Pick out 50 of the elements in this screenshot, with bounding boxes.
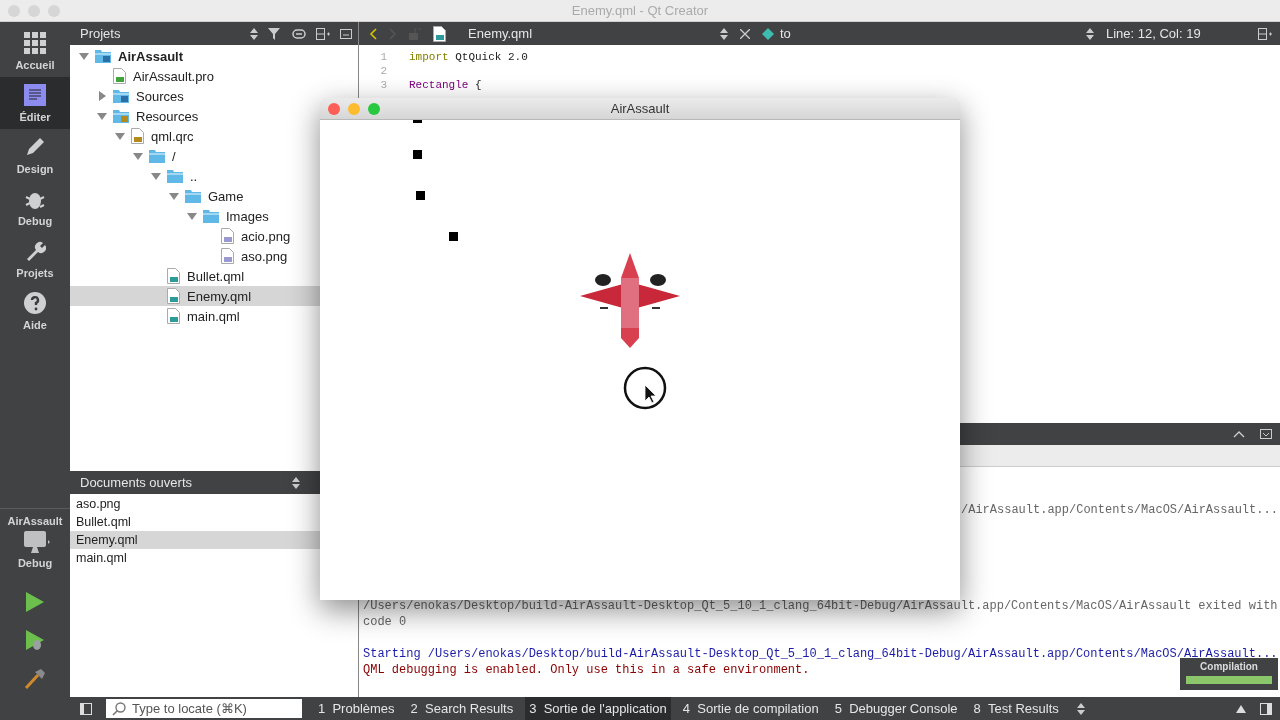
mode-tab[interactable]: Debug <box>0 181 70 233</box>
code-line: import QtQuick 2.0 <box>409 51 528 63</box>
output-line: code 0 <box>363 614 407 630</box>
line-number: 1 <box>379 51 387 63</box>
tree-item[interactable]: AirAssault <box>70 46 188 66</box>
output-tab[interactable]: 8 Test Results <box>969 697 1063 720</box>
line-number: 3 <box>379 79 387 91</box>
file-selector[interactable]: Enemy.qml <box>458 26 708 41</box>
tree-item[interactable]: aso.png <box>70 246 292 266</box>
tree-item[interactable]: Game <box>70 186 248 206</box>
code-line: Rectangle { <box>409 79 482 91</box>
output-line: QML debugging is enabled. Only use this in a safe environment. <box>363 662 810 678</box>
tree-item[interactable]: / <box>70 146 180 166</box>
output-tab[interactable]: 5 Debugger Console <box>830 697 962 720</box>
output-tab[interactable]: 4 Sortie de compilation <box>678 697 823 720</box>
mode-tab[interactable]: Accueil <box>0 25 70 77</box>
mode-tab[interactable]: Design <box>0 129 70 181</box>
tree-item[interactable]: qml.qrc <box>70 126 198 146</box>
tree-item[interactable]: Images <box>70 206 273 226</box>
search-field[interactable]: Type to locate (⌘K) <box>106 699 302 718</box>
symbol-selector[interactable]: to <box>780 26 791 41</box>
tree-item[interactable]: AirAssault.pro <box>70 66 218 86</box>
progress-label: Compilation <box>1200 661 1258 672</box>
document-item[interactable]: Enemy.qml <box>70 531 320 549</box>
output-line: /AirAssault.app/Contents/MacOS/AirAssault... <box>960 502 1278 518</box>
mode-tab[interactable]: Éditer <box>0 77 70 129</box>
document-item[interactable]: main.qml <box>70 549 320 567</box>
tree-item[interactable]: Enemy.qml <box>70 286 320 306</box>
kit-label: AirAssault <box>7 515 63 527</box>
panel-title: Documents ouverts <box>80 475 192 490</box>
build-config-label: Debug <box>17 557 53 569</box>
window-title: Enemy.qml - Qt Creator <box>571 3 709 18</box>
mode-tab[interactable]: Projets <box>0 233 70 285</box>
tree-item[interactable]: Sources <box>70 86 188 106</box>
tree-item[interactable]: acio.png <box>70 226 295 246</box>
output-line: Starting /Users/enokas/Desktop/build-AirAssault-Desktop_Qt_5_10_1_clang_64bit-Debug/AirAssault.app/Contents/MacOS/AirAssault... <box>363 646 1278 662</box>
mode-tab[interactable]: Aide <box>0 285 70 337</box>
tree-item[interactable]: Bullet.qml <box>70 266 249 286</box>
window-title: AirAssault <box>610 101 670 116</box>
output-tab[interactable]: 2 Search Results <box>406 697 518 720</box>
line-number: 2 <box>379 65 387 77</box>
tree-item[interactable]: Resources <box>70 106 203 126</box>
output-tab[interactable]: 3 Sortie de l'application <box>525 697 671 720</box>
document-item[interactable]: aso.png <box>70 495 320 513</box>
output-tab[interactable]: 1 Problèmes <box>314 697 399 720</box>
cursor-position[interactable]: Line: 12, Col: 19 <box>1106 26 1246 41</box>
tree-item[interactable]: .. <box>70 166 202 186</box>
document-item[interactable]: Bullet.qml <box>70 513 320 531</box>
panel-title: Projets <box>80 26 121 41</box>
tree-item[interactable]: main.qml <box>70 306 244 326</box>
